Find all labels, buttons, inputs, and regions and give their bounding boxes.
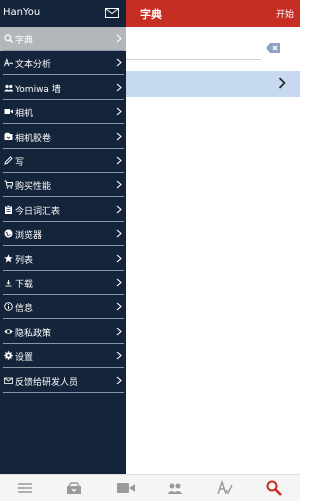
sidebar-item-label: 今日词汇表	[15, 206, 61, 217]
chevron-right-icon	[116, 254, 122, 263]
app-name: HanYou	[3, 7, 41, 18]
chevron-right-icon	[116, 351, 122, 360]
page-title: 字典	[140, 8, 162, 21]
chevron-right-icon	[116, 302, 122, 311]
video-camera-icon	[4, 109, 13, 115]
people-icon	[4, 84, 13, 92]
eye-icon	[4, 329, 13, 334]
menu-icon[interactable]	[17, 480, 33, 496]
pencil-icon	[4, 156, 13, 165]
search-icon	[4, 34, 13, 43]
sidebar-item[interactable]: 设置	[0, 344, 126, 369]
sidebar-item[interactable]: 浏览器	[0, 222, 126, 247]
chevron-right-icon	[116, 180, 122, 189]
sidebar-item[interactable]: 列表	[0, 247, 126, 271]
text-analysis-icon	[4, 58, 13, 67]
sidebar-item[interactable]: 反馈给研发人员	[0, 369, 126, 393]
chevron-right-icon	[116, 156, 122, 165]
cart-icon	[4, 180, 13, 189]
handwriting-icon[interactable]	[217, 480, 233, 496]
side-drawer: HanYou 字典文本分析 Yomiwa 墙相机相机胶卷写购买性能今日词汇表浏览器…	[0, 0, 126, 474]
sidebar-item-label: 信息	[15, 304, 34, 315]
sidebar-item-label: 相机	[15, 109, 34, 120]
info-icon	[4, 302, 13, 312]
sidebar-item[interactable]: 今日词汇表	[0, 198, 126, 222]
chevron-right-icon	[116, 327, 122, 336]
chevron-right-icon	[116, 107, 122, 116]
sidebar-item[interactable]: Yomiwa 墙	[0, 76, 126, 100]
sidebar-item-label: 字典	[15, 36, 34, 46]
clear-icon[interactable]	[266, 43, 280, 53]
sidebar-item[interactable]: 隐私政策	[0, 320, 126, 344]
search-area[interactable]	[126, 27, 300, 70]
sidebar-item-label: 文本分析	[15, 60, 52, 71]
sidebar-item-label: 隐私政策	[15, 328, 52, 339]
search-icon[interactable]	[266, 480, 282, 496]
mail-icon[interactable]	[105, 8, 119, 18]
chevron-right-icon	[116, 205, 122, 214]
sidebar-item-label: 写	[15, 158, 25, 168]
start-button[interactable]: 开始	[276, 7, 294, 20]
search-input[interactable]	[126, 59, 261, 60]
video-camera-icon[interactable]	[116, 480, 136, 496]
sidebar-item[interactable]: 相机	[0, 100, 126, 125]
sidebar-item-label: 设置	[15, 353, 34, 364]
main-header: 字典 开始	[126, 0, 300, 27]
sidebar-item-label: 浏览器	[15, 231, 43, 242]
sidebar-item-label: 下载	[15, 280, 34, 290]
sidebar-item-label: 购买性能	[15, 182, 52, 193]
result-row[interactable]	[126, 71, 300, 97]
chevron-right-icon	[116, 376, 122, 385]
sidebar-item[interactable]: 写	[0, 149, 126, 173]
divider	[3, 391, 124, 393]
mail-icon	[4, 377, 13, 384]
people-icon[interactable]	[167, 480, 183, 496]
sidebar-item[interactable]: 相机胶卷	[0, 125, 126, 149]
chevron-right-icon	[278, 77, 286, 89]
inbox-icon[interactable]	[66, 480, 82, 496]
sidebar-item[interactable]: 信息	[0, 295, 126, 320]
bottom-tab-bar	[0, 474, 300, 501]
star-icon	[4, 253, 13, 263]
gear-icon	[4, 351, 13, 360]
clipboard-icon	[5, 205, 12, 214]
sidebar-item-label: Yomiwa 墙	[15, 84, 61, 95]
globe-icon	[4, 229, 13, 238]
download-icon	[5, 280, 12, 287]
chevron-right-icon	[116, 132, 122, 141]
chevron-right-icon	[116, 34, 122, 43]
sidebar-item-label: 列表	[15, 255, 34, 266]
chevron-right-icon	[116, 58, 122, 67]
sidebar-item-label: 相机胶卷	[15, 133, 52, 144]
sidebar-item[interactable]: 文本分析	[0, 51, 126, 76]
chevron-right-icon	[116, 83, 122, 92]
sidebar-item-label: 反馈给研发人员	[15, 377, 79, 388]
sidebar-item[interactable]: 字典	[0, 27, 126, 51]
sidebar-item[interactable]: 下载	[0, 271, 126, 295]
sidebar-item[interactable]: 购买性能	[0, 173, 126, 198]
camera-roll-icon	[4, 132, 13, 140]
chevron-right-icon	[116, 229, 122, 238]
chevron-right-icon	[116, 278, 122, 287]
drawer-header: HanYou	[0, 0, 126, 27]
